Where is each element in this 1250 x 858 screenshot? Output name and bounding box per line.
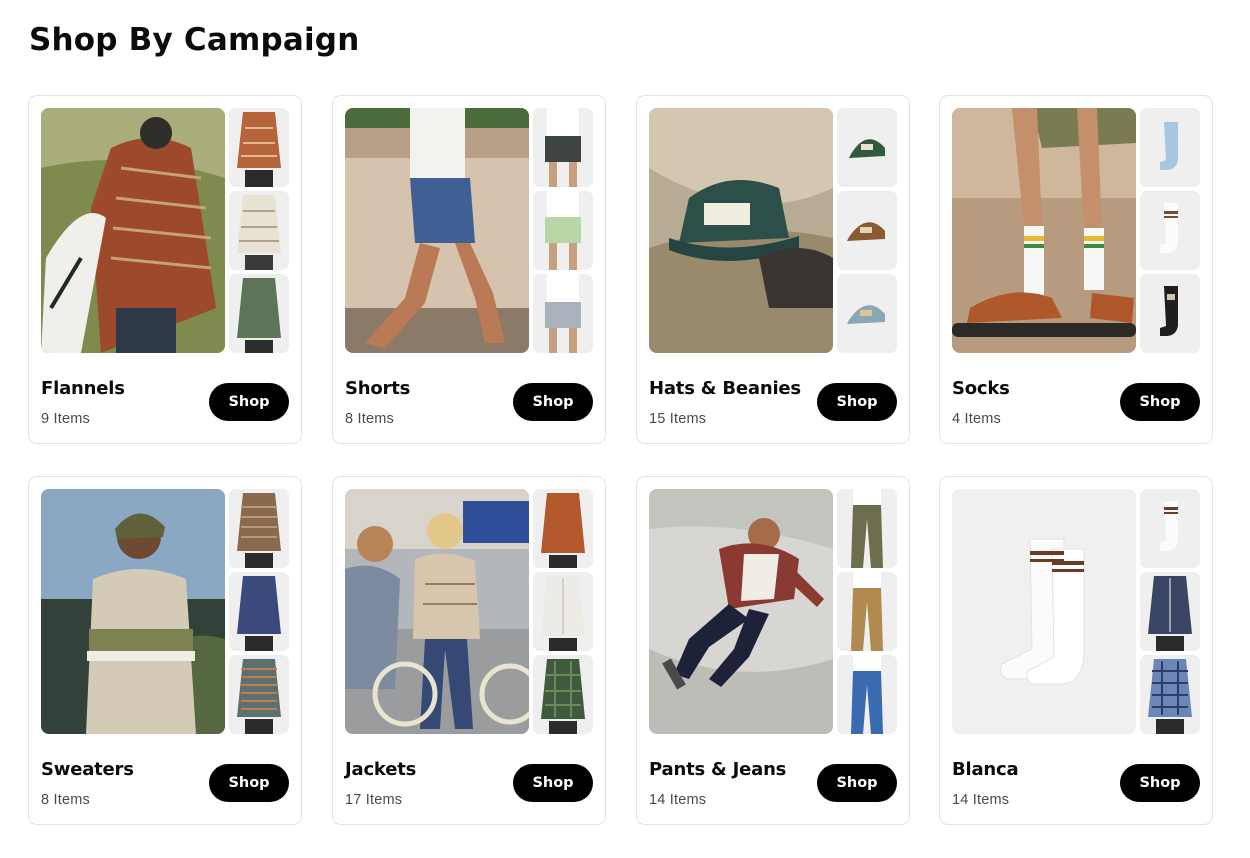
campaign-title: Hats & Beanies <box>649 378 801 399</box>
product-thumbnail[interactable] <box>533 572 593 651</box>
product-thumbnails <box>533 108 593 357</box>
campaign-item-count: 14 Items <box>952 792 1010 808</box>
product-thumbnails <box>837 108 897 357</box>
product-thumbnail[interactable] <box>1140 489 1200 568</box>
shop-button[interactable]: Shop <box>1120 764 1200 802</box>
product-thumbnail[interactable] <box>229 572 289 651</box>
product-thumbnail[interactable] <box>533 274 593 353</box>
campaign-card-flannels[interactable]: Flannels 9 Items Shop <box>28 95 302 444</box>
campaign-item-count: 14 Items <box>649 792 707 808</box>
product-thumbnail[interactable] <box>229 191 289 270</box>
campaign-item-count: 4 Items <box>952 411 1001 427</box>
product-thumbnail[interactable] <box>1140 572 1200 651</box>
product-thumbnail[interactable] <box>837 108 897 187</box>
campaign-image[interactable] <box>649 489 833 734</box>
shop-button[interactable]: Shop <box>817 383 897 421</box>
shop-button[interactable]: Shop <box>1120 383 1200 421</box>
campaign-item-count: 8 Items <box>345 411 394 427</box>
product-thumbnail[interactable] <box>1140 108 1200 187</box>
product-thumbnails <box>229 108 289 357</box>
product-thumbnail[interactable] <box>1140 274 1200 353</box>
campaign-card-shorts[interactable]: Shorts 8 Items Shop <box>332 95 606 444</box>
campaign-image[interactable] <box>952 489 1136 734</box>
product-thumbnails <box>229 489 289 738</box>
campaign-title: Sweaters <box>41 759 134 780</box>
product-thumbnails <box>837 489 897 738</box>
product-thumbnail[interactable] <box>533 489 593 568</box>
product-thumbnails <box>533 489 593 738</box>
shop-button[interactable]: Shop <box>817 764 897 802</box>
product-thumbnail[interactable] <box>1140 655 1200 734</box>
campaign-image[interactable] <box>41 489 225 734</box>
campaign-image[interactable] <box>41 108 225 353</box>
shop-button[interactable]: Shop <box>513 383 593 421</box>
product-thumbnails <box>1140 489 1200 738</box>
campaign-card-sweaters[interactable]: Sweaters 8 Items Shop <box>28 476 302 825</box>
shop-button[interactable]: Shop <box>209 764 289 802</box>
campaign-title: Shorts <box>345 378 411 399</box>
campaign-image[interactable] <box>345 489 529 734</box>
campaign-card-pants-jeans[interactable]: Pants & Jeans 14 Items Shop <box>636 476 910 825</box>
product-thumbnail[interactable] <box>533 108 593 187</box>
product-thumbnail[interactable] <box>837 572 897 651</box>
campaign-item-count: 15 Items <box>649 411 707 427</box>
shop-button[interactable]: Shop <box>209 383 289 421</box>
shop-button[interactable]: Shop <box>513 764 593 802</box>
product-thumbnail[interactable] <box>533 655 593 734</box>
product-thumbnail[interactable] <box>533 191 593 270</box>
campaign-card-blanca[interactable]: Blanca 14 Items Shop <box>939 476 1213 825</box>
product-thumbnails <box>1140 108 1200 357</box>
product-thumbnail[interactable] <box>229 274 289 353</box>
campaign-title: Jackets <box>345 759 417 780</box>
campaign-image[interactable] <box>952 108 1136 353</box>
campaign-item-count: 9 Items <box>41 411 90 427</box>
product-thumbnail[interactable] <box>229 108 289 187</box>
campaign-card-socks[interactable]: Socks 4 Items Shop <box>939 95 1213 444</box>
campaign-image[interactable] <box>345 108 529 353</box>
campaign-title: Blanca <box>952 759 1019 780</box>
campaign-card-hats-beanies[interactable]: Hats & Beanies 15 Items Shop <box>636 95 910 444</box>
product-thumbnail[interactable] <box>837 655 897 734</box>
campaign-title: Pants & Jeans <box>649 759 787 780</box>
campaign-item-count: 17 Items <box>345 792 403 808</box>
product-thumbnail[interactable] <box>229 489 289 568</box>
campaign-item-count: 8 Items <box>41 792 90 808</box>
product-thumbnail[interactable] <box>837 489 897 568</box>
product-thumbnail[interactable] <box>837 274 897 353</box>
campaign-card-jackets[interactable]: Jackets 17 Items Shop <box>332 476 606 825</box>
product-thumbnail[interactable] <box>229 655 289 734</box>
page-title: Shop By Campaign <box>29 22 360 58</box>
campaign-title: Flannels <box>41 378 125 399</box>
campaign-image[interactable] <box>649 108 833 353</box>
campaign-title: Socks <box>952 378 1010 399</box>
product-thumbnail[interactable] <box>837 191 897 270</box>
product-thumbnail[interactable] <box>1140 191 1200 270</box>
